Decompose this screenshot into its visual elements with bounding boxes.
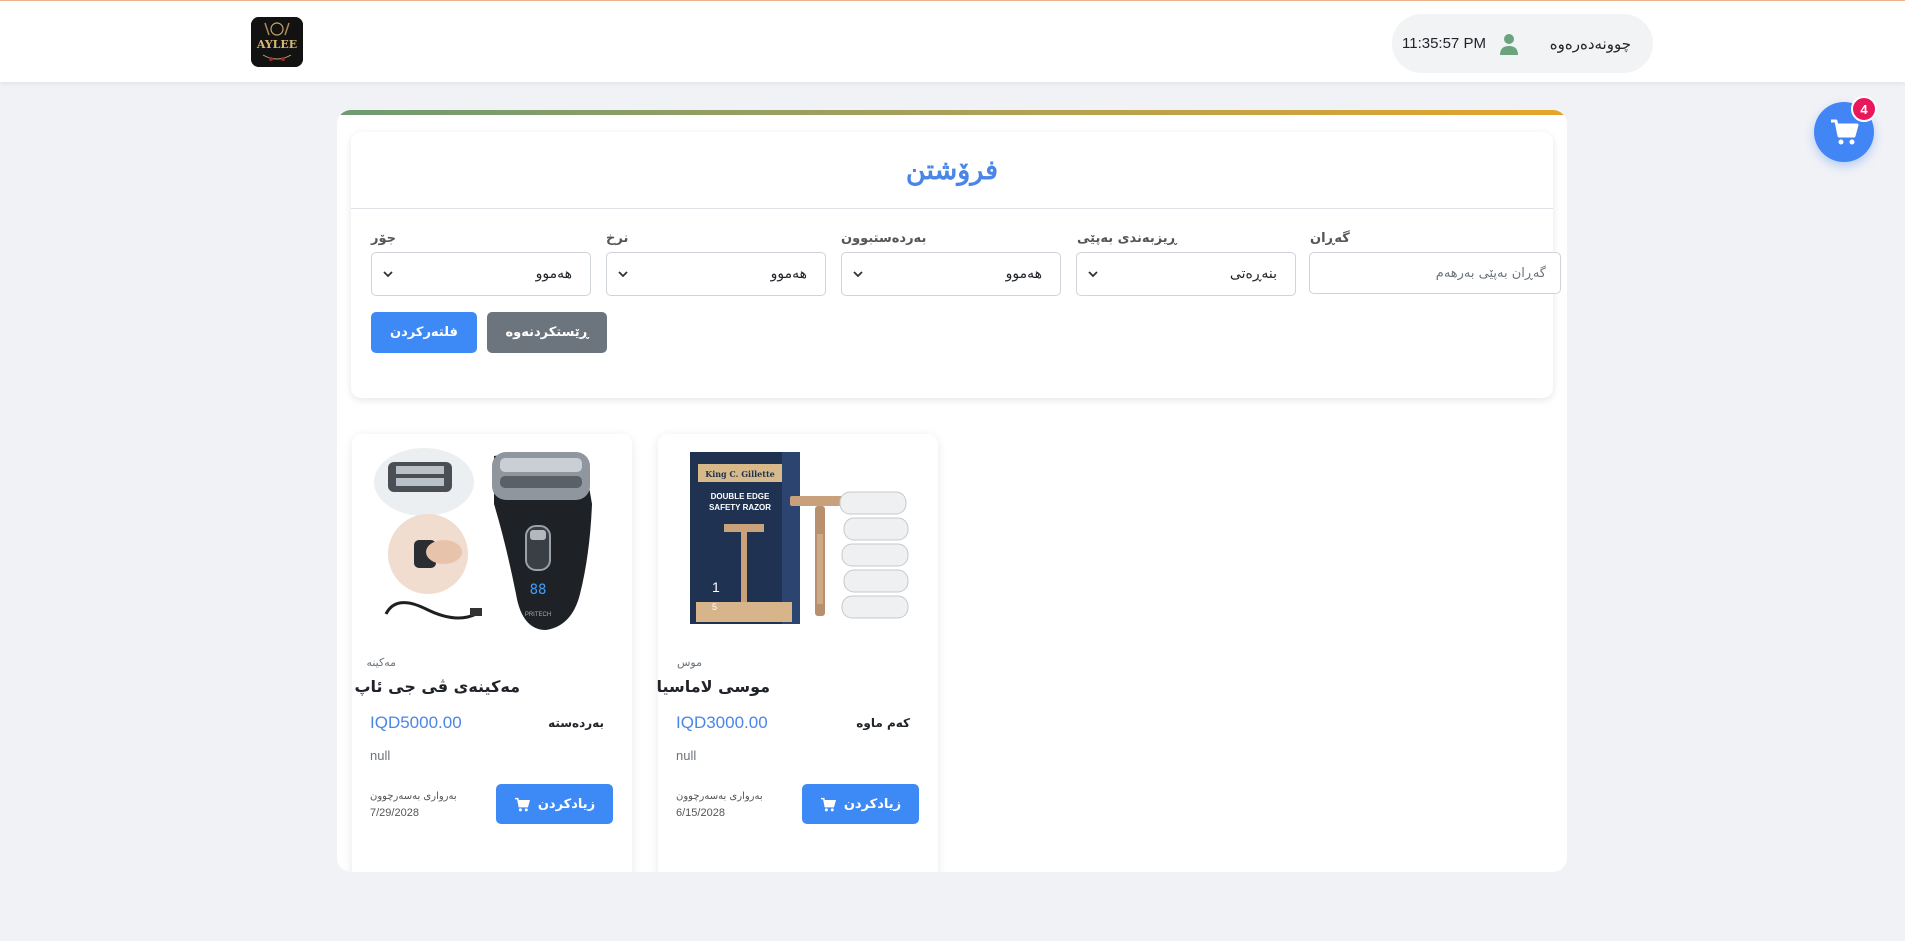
box-line2: SAFETY RAZOR xyxy=(709,503,771,512)
availability-label: بەردەستبوون xyxy=(841,231,927,246)
chevron-down-icon xyxy=(618,271,628,278)
product-description: null xyxy=(370,748,391,763)
add-to-cart-button[interactable]: زیادکردن xyxy=(802,784,919,824)
sort-select[interactable]: بنەڕەتی xyxy=(1076,252,1296,296)
cart-icon xyxy=(820,797,836,811)
cart-count-badge: 4 xyxy=(1851,96,1877,122)
chevron-down-icon xyxy=(1088,271,1098,278)
chevron-down-icon xyxy=(853,271,863,278)
add-to-cart-label: زیادکردن xyxy=(537,796,596,812)
type-label: جۆر xyxy=(371,231,397,246)
top-navbar: AYLEE 11:35:57 PM چوونەدەرەوە xyxy=(0,0,1905,82)
expiry-date: 7/29/2028 xyxy=(370,807,419,819)
svg-text:AYLEE: AYLEE xyxy=(256,38,297,51)
product-category: موس xyxy=(676,656,702,669)
brand-text: King C. Gillette xyxy=(705,469,775,479)
product-image: 88 PRITECH xyxy=(366,444,618,632)
product-name: موسی لاماسیا xyxy=(656,677,770,696)
cart-icon xyxy=(1831,119,1859,145)
sort-value: بنەڕەتی xyxy=(1229,266,1277,282)
reset-button[interactable]: ڕێستکردنەوە xyxy=(487,312,607,353)
svg-text:PRITECH: PRITECH xyxy=(525,612,551,618)
svg-text:88: 88 xyxy=(530,582,547,598)
price-label: نرخ xyxy=(606,231,629,246)
product-card: King C. Gillette DOUBLE EDGE SAFETY RAZO… xyxy=(656,434,938,872)
product-description: null xyxy=(676,748,697,763)
chevron-down-icon xyxy=(383,271,393,278)
sales-container: فرۆشتن گەڕان ڕیزبەندی بەپێی بەردەستبوون … xyxy=(337,110,1567,872)
svg-text:1: 1 xyxy=(712,579,720,595)
accent-bar xyxy=(337,110,1567,115)
product-name: مەکینەی ڤی جی ئاپ xyxy=(354,677,520,696)
filter-button[interactable]: فلتەرکردن xyxy=(371,312,477,353)
sort-label: ڕیزبەندی بەپێی xyxy=(1077,231,1177,246)
search-label: گەڕان xyxy=(1310,231,1350,246)
product-price: IQD5000.00 xyxy=(370,713,462,732)
logout-button[interactable]: چوونەدەرەوە xyxy=(1550,35,1631,53)
page-title: فرۆشتن xyxy=(351,132,1553,209)
stock-status: کەم ماوە xyxy=(856,716,910,730)
brand-logo[interactable]: AYLEE xyxy=(251,17,303,67)
product-price: IQD3000.00 xyxy=(676,713,768,732)
user-icon xyxy=(1496,31,1522,57)
type-select[interactable]: هەموو xyxy=(371,252,591,296)
add-to-cart-button[interactable]: زیادکردن xyxy=(496,784,613,824)
price-value: هەموو xyxy=(770,266,807,282)
box-line1: DOUBLE EDGE xyxy=(711,492,770,501)
filter-panel: فرۆشتن گەڕان ڕیزبەندی بەپێی بەردەستبوون … xyxy=(351,132,1561,398)
search-placeholder: گەڕان بەپێی بەرهەم xyxy=(1435,265,1546,281)
add-to-cart-label: زیادکردن xyxy=(843,796,902,812)
clock-time: 11:35:57 PM xyxy=(1402,35,1486,52)
svg-text:5: 5 xyxy=(712,602,717,612)
expiry-label: بەرواری بەسەرچوون xyxy=(676,791,763,802)
type-value: هەموو xyxy=(535,266,572,282)
product-category: مەکینە xyxy=(366,656,396,669)
price-select[interactable]: هەموو xyxy=(606,252,826,296)
expiry-date: 6/15/2028 xyxy=(676,807,725,819)
product-card: 88 PRITECH مەکینە مەکینەی ڤی جی ئاپ IQD5… xyxy=(352,434,632,872)
search-input[interactable]: گەڕان بەپێی بەرهەم xyxy=(1309,252,1561,294)
product-image: King C. Gillette DOUBLE EDGE SAFETY RAZO… xyxy=(672,444,924,632)
expiry-label: بەرواری بەسەرچوون xyxy=(370,791,457,802)
user-session-panel: 11:35:57 PM چوونەدەرەوە xyxy=(1392,14,1653,73)
cart-icon xyxy=(514,797,530,811)
stock-status: بەردەستە xyxy=(548,716,604,730)
availability-value: هەموو xyxy=(1005,266,1042,282)
availability-select[interactable]: هەموو xyxy=(841,252,1061,296)
